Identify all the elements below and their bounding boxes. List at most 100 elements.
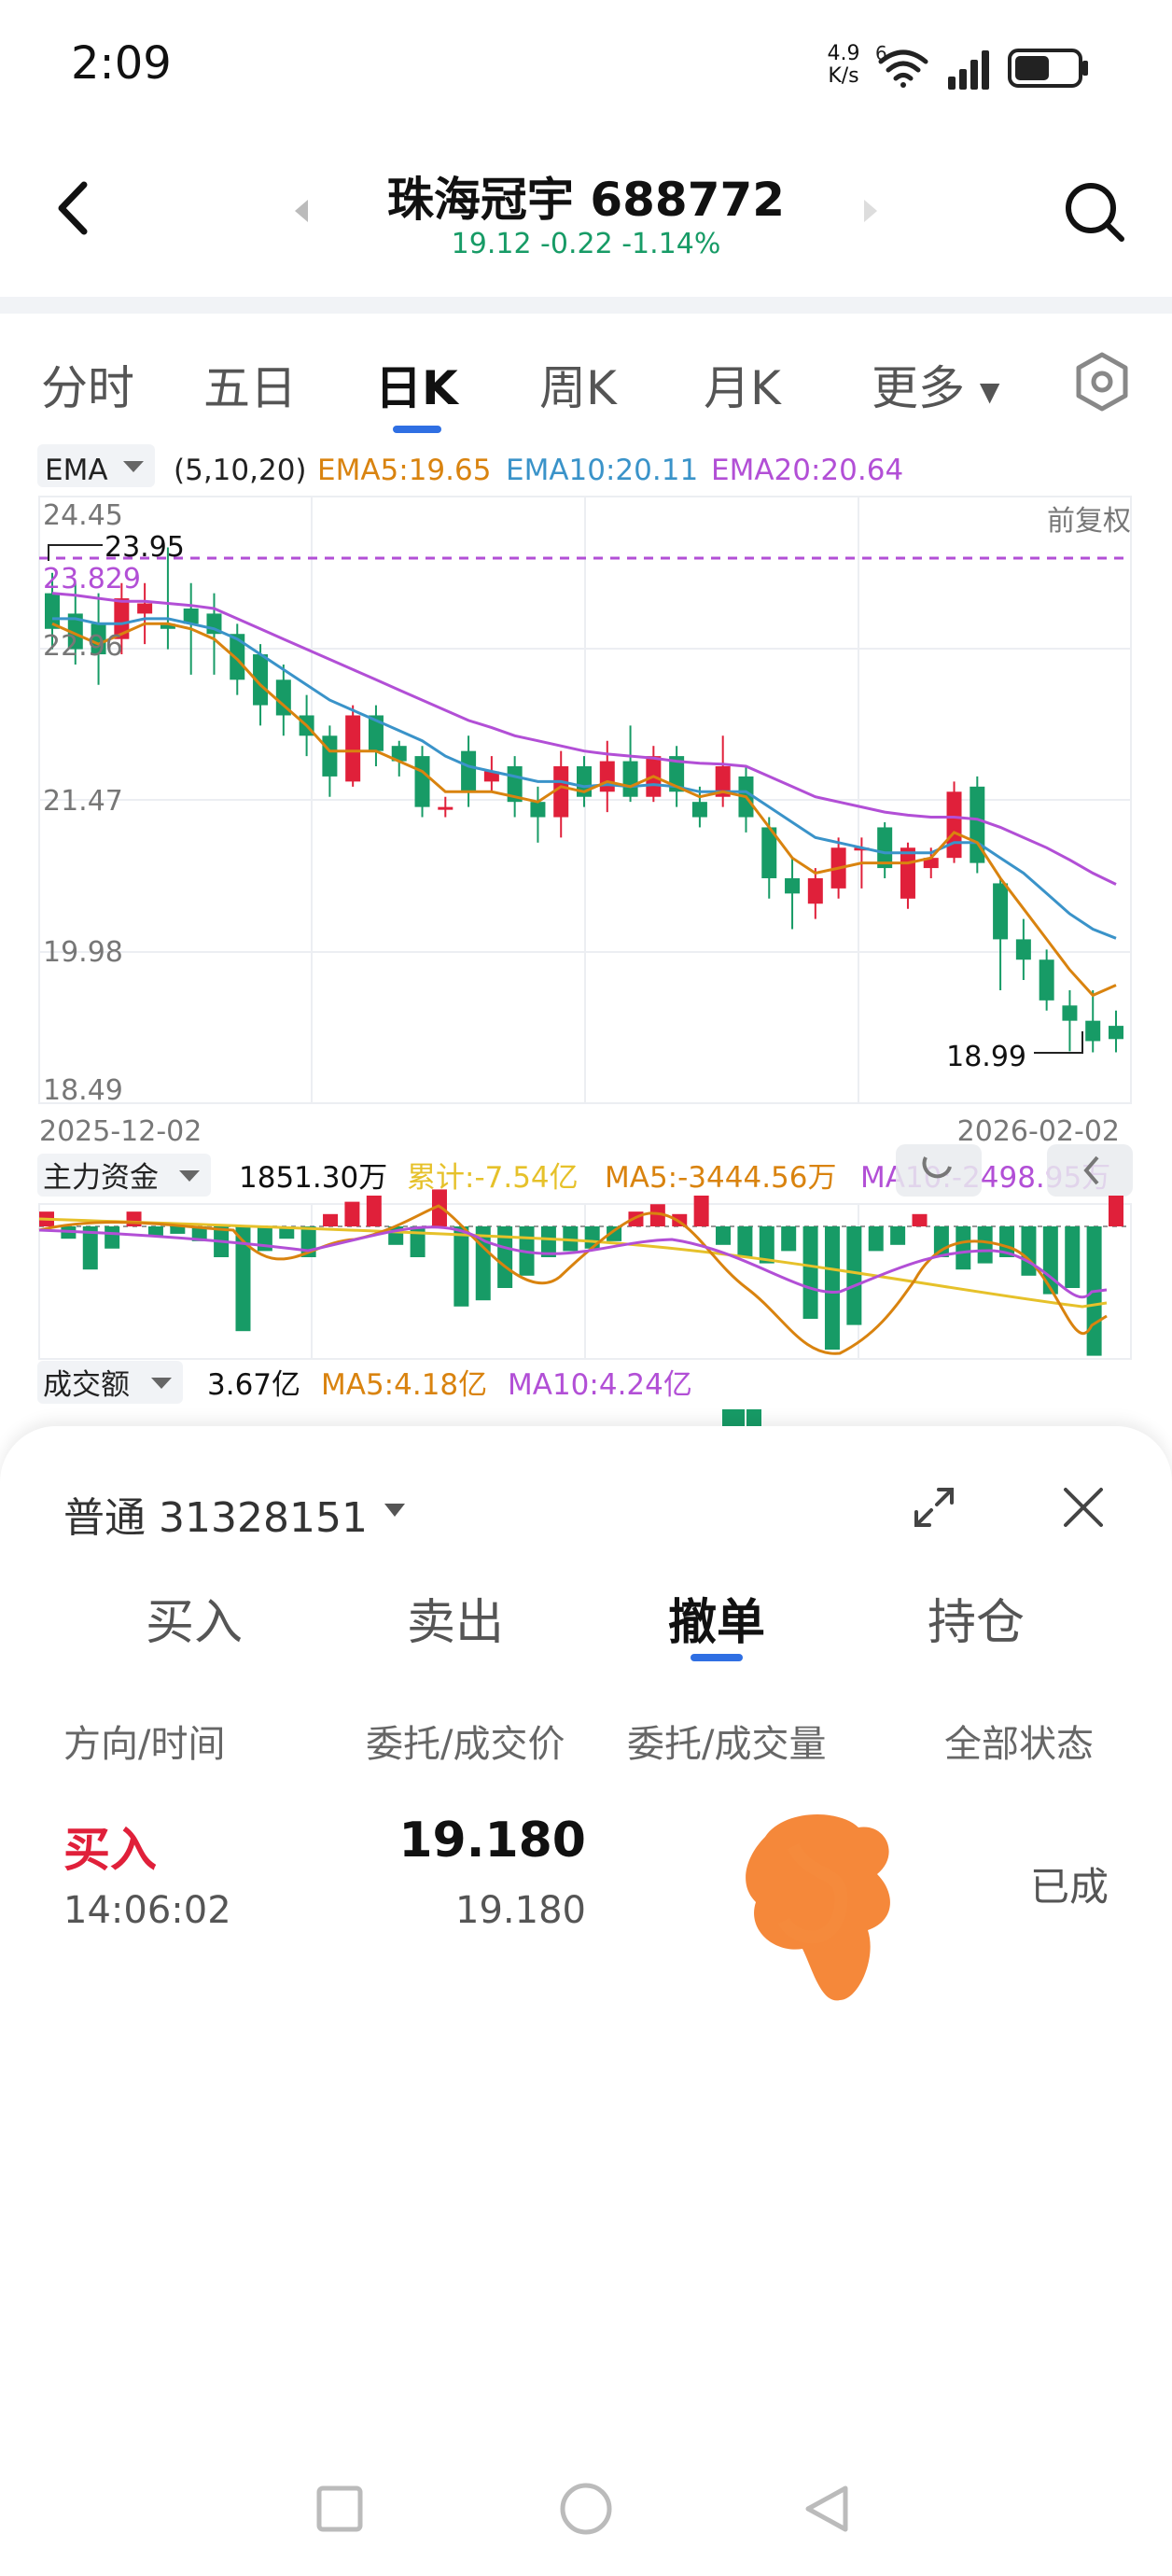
- candle-body: [900, 847, 915, 899]
- candle: [669, 746, 685, 807]
- settings-hexagon-icon: [1076, 352, 1128, 412]
- tab-more[interactable]: 更多 ▼: [872, 351, 999, 418]
- start-date-label: 2025-12-02: [39, 1115, 202, 1148]
- fund-flow-bar: [344, 1201, 360, 1226]
- caret-down-icon: ▼: [979, 376, 1000, 407]
- amount-indicator-name: 成交额: [43, 1368, 130, 1402]
- amount-bar: [746, 1409, 761, 1428]
- fund-flow-bar: [1042, 1226, 1058, 1295]
- network-speed: 4.9 K/s: [817, 43, 870, 88]
- network-speed-unit: K/s: [828, 64, 859, 88]
- reset-chart-button[interactable]: [896, 1144, 982, 1197]
- expand-button[interactable]: [911, 1484, 957, 1531]
- y-tick-label: 24.45: [43, 499, 123, 532]
- order-price: 19.180: [398, 1813, 586, 1869]
- candle: [1085, 989, 1101, 1053]
- fund-flow-bar: [410, 1226, 426, 1257]
- tab-cancel-order[interactable]: 撤单: [668, 1583, 765, 1653]
- caret-down-icon[interactable]: [383, 1501, 407, 1519]
- active-tab-indicator: [393, 426, 441, 433]
- account-selector[interactable]: 普通 31328151: [63, 1484, 368, 1544]
- tab-positions[interactable]: 持仓: [928, 1583, 1025, 1653]
- fund-flow-bar: [1109, 1196, 1123, 1226]
- column-header-direction-time: 方向/时间: [63, 1723, 226, 1766]
- candle-body: [1015, 939, 1031, 960]
- fund-flow-bar: [737, 1226, 753, 1257]
- order-direction: 买入: [63, 1823, 157, 1877]
- tab-monthly-k[interactable]: 月K: [704, 351, 781, 418]
- column-header-price: 委托/成交价: [366, 1723, 565, 1766]
- candle: [1015, 918, 1031, 981]
- fund-flow-bar: [890, 1226, 906, 1245]
- tab-intraday[interactable]: 分时: [41, 351, 134, 418]
- end-date-label: 2026-02-02: [957, 1115, 1120, 1148]
- order-status: 已成: [1029, 1864, 1109, 1910]
- signal-icon: [948, 50, 989, 90]
- fund-flow-bar: [323, 1213, 339, 1226]
- tab-buy[interactable]: 买入: [146, 1583, 243, 1653]
- recents-button[interactable]: [316, 2485, 363, 2532]
- candle: [599, 740, 615, 813]
- candle-body: [530, 802, 546, 818]
- redaction-scribble: [746, 1814, 890, 2001]
- candle-body: [691, 802, 707, 818]
- ema20-legend: EMA20:20.64: [711, 454, 903, 487]
- candle: [1062, 989, 1078, 1052]
- candle: [970, 776, 985, 874]
- candle: [461, 735, 477, 807]
- tab-daily-k[interactable]: 日K: [375, 351, 458, 418]
- active-trade-tab-indicator: [691, 1654, 743, 1661]
- candle-body: [461, 750, 477, 792]
- trade-panel: 普通 31328151 买入 卖出 撤单 持仓 方向/时间 委托/成交价 委托/…: [0, 1426, 1172, 2576]
- back-nav-button[interactable]: [805, 2485, 848, 2532]
- tab-five-day[interactable]: 五日: [203, 351, 297, 418]
- fund-flow-bar: [693, 1196, 709, 1226]
- status-time: 2:09: [71, 37, 172, 90]
- indicator-name: EMA: [45, 454, 108, 487]
- amount-value: 3.67亿: [207, 1368, 300, 1402]
- next-stock-button[interactable]: [860, 198, 881, 224]
- close-button[interactable]: [1060, 1484, 1107, 1531]
- chart-back-button[interactable]: [1047, 1144, 1133, 1197]
- candle: [553, 750, 569, 838]
- search-button[interactable]: [1060, 177, 1129, 246]
- network-speed-value: 4.9: [827, 42, 860, 65]
- battery-icon: [1008, 49, 1088, 88]
- fund-flow-bar: [1021, 1226, 1037, 1276]
- fund-flow-bars: [39, 1189, 1123, 1356]
- stock-header: 珠海冠宇 688772 19.12 -0.22 -1.14%: [0, 131, 1172, 299]
- tab-sell[interactable]: 卖出: [407, 1583, 504, 1653]
- kline-chart[interactable]: EMA (5,10,20) EMA5:19.65 EMA10:20.11 EMA…: [0, 439, 1172, 1442]
- candle-body: [438, 806, 453, 810]
- high-price-label: 23.95: [105, 531, 185, 564]
- deal-price: 19.180: [455, 1889, 586, 1932]
- home-button[interactable]: [560, 2483, 612, 2535]
- column-header-quantity: 委托/成交量: [627, 1723, 827, 1766]
- adjust-mode-label[interactable]: 前复权: [1047, 505, 1131, 538]
- chart-settings-button[interactable]: [1071, 349, 1133, 414]
- candle-body: [137, 603, 153, 614]
- candle: [206, 593, 222, 675]
- candle: [738, 766, 754, 833]
- fund-flow-bar: [802, 1226, 818, 1319]
- candle: [715, 735, 731, 807]
- amount-bar: [722, 1409, 745, 1428]
- candle: [646, 746, 662, 803]
- fund-flow-bar: [912, 1213, 928, 1226]
- ema10-legend: EMA10:20.11: [506, 454, 698, 487]
- fund-flow-bar: [716, 1226, 732, 1245]
- status-filter[interactable]: 全部状态: [944, 1714, 1094, 1768]
- candle-body: [622, 761, 638, 797]
- tab-weekly-k[interactable]: 周K: [539, 351, 617, 418]
- candle: [807, 868, 823, 919]
- candle-body: [1039, 959, 1054, 1001]
- candle-body: [946, 791, 962, 859]
- candle: [993, 877, 1009, 990]
- tab-more-label: 更多: [872, 361, 965, 415]
- expand-icon: [914, 1488, 954, 1527]
- candle-body: [1085, 1020, 1101, 1042]
- candle: [530, 786, 546, 843]
- candle: [507, 756, 523, 818]
- ema5-legend: EMA5:19.65: [317, 454, 491, 487]
- candle: [345, 705, 361, 787]
